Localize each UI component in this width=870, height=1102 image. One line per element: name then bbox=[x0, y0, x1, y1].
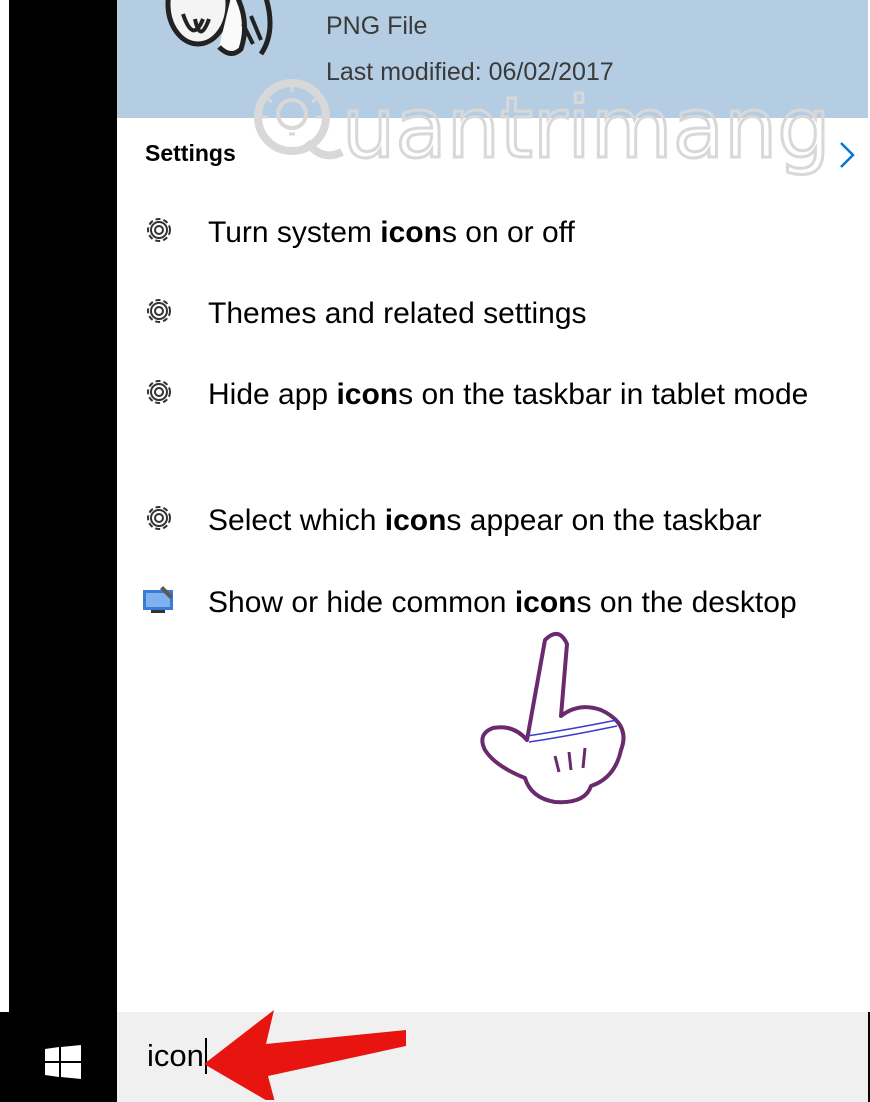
start-menu-rail bbox=[9, 0, 117, 1102]
result-turn-system-icons[interactable]: Turn system icons on or off bbox=[141, 210, 851, 256]
gear-icon bbox=[147, 299, 171, 323]
result-label: Themes and related settings bbox=[208, 297, 587, 330]
chevron-right-icon[interactable] bbox=[837, 140, 857, 170]
search-input[interactable]: icon bbox=[147, 1038, 207, 1074]
result-select-taskbar-icons[interactable]: Select which icons appear on the taskbar bbox=[141, 498, 851, 544]
file-thumbnail-image bbox=[165, 0, 273, 56]
result-hide-app-icons[interactable]: Hide app icons on the taskbar in tablet … bbox=[141, 372, 851, 464]
last-modified-label: Last modified: 06/02/2017 bbox=[326, 58, 614, 86]
settings-section-header[interactable]: Settings bbox=[145, 140, 236, 167]
result-label: Hide app icons on the taskbar in tablet … bbox=[208, 378, 809, 411]
start-button[interactable] bbox=[9, 1012, 117, 1102]
top-result-item[interactable]: PNG File Last modified: 06/02/2017 bbox=[117, 0, 868, 118]
desktop-settings-icon bbox=[143, 586, 173, 613]
file-type-label: PNG File bbox=[326, 12, 428, 40]
search-results-panel: PNG File Last modified: 06/02/2017 uantr… bbox=[117, 0, 868, 1012]
result-label: Turn system icons on or off bbox=[208, 216, 575, 249]
red-arrow-annotation bbox=[204, 1010, 406, 1100]
result-themes-settings[interactable]: Themes and related settings bbox=[141, 291, 851, 337]
left-edge bbox=[0, 0, 9, 1102]
gear-icon bbox=[147, 218, 171, 242]
windows-logo-icon bbox=[45, 1045, 81, 1079]
result-label: Show or hide common icons on the desktop bbox=[208, 586, 797, 619]
result-label: Select which icons appear on the taskbar bbox=[208, 504, 762, 537]
taskbar: icon bbox=[0, 1012, 870, 1102]
gear-icon bbox=[147, 380, 171, 404]
hand-pointer-annotation bbox=[480, 632, 626, 805]
gear-icon bbox=[147, 506, 171, 530]
